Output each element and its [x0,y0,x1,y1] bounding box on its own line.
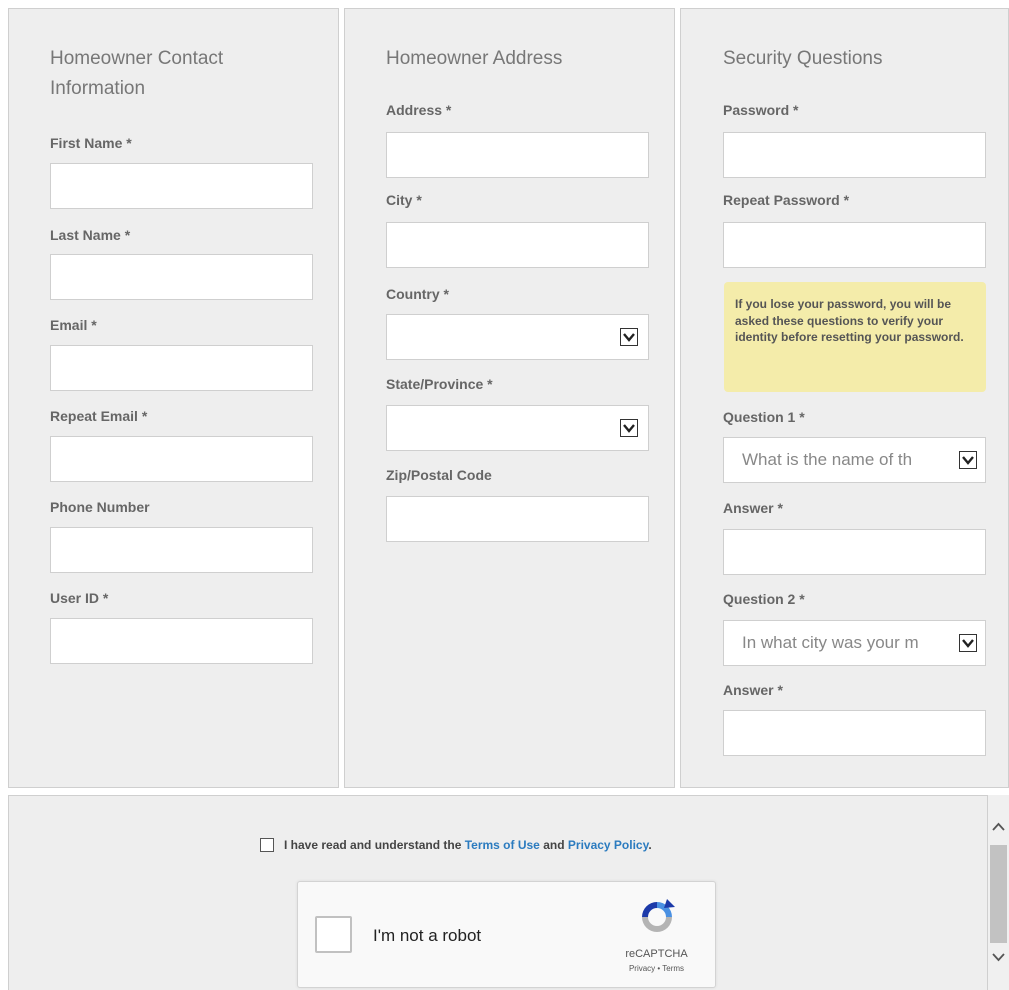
answer1-label: Answer * [723,500,783,516]
phone-label: Phone Number [50,499,150,515]
recaptcha-links[interactable]: Privacy • Terms [598,964,715,973]
user-id-label: User ID * [50,590,109,606]
user-id-input[interactable] [50,618,313,664]
scrollbar[interactable] [988,795,1009,990]
terms-of-use-link[interactable]: Terms of Use [465,838,540,852]
security-heading: Security Questions [723,48,883,69]
privacy-policy-link[interactable]: Privacy Policy [568,838,649,852]
question1-label: Question 1 * [723,409,805,425]
password-input[interactable] [723,132,986,178]
first-name-input[interactable] [50,163,313,209]
address-panel [344,8,675,788]
repeat-email-label: Repeat Email * [50,408,148,424]
contact-heading: Homeowner Contact Information [50,48,224,99]
recaptcha-checkbox[interactable] [315,916,352,953]
address-heading: Homeowner Address [386,48,563,69]
state-label: State/Province * [386,376,493,392]
address-label: Address * [386,102,452,118]
chevron-down-icon [959,451,977,469]
phone-input[interactable] [50,527,313,573]
terms-agreement: I have read and understand the Terms of … [260,838,652,852]
recaptcha-brand: reCAPTCHA [625,948,688,960]
email-label: Email * [50,317,97,333]
recaptcha-label: I'm not a robot [373,926,482,945]
zip-input[interactable] [386,496,649,542]
agreement-suffix: . [648,838,652,852]
chevron-up-icon[interactable] [988,817,1009,837]
state-select[interactable] [386,405,649,451]
password-recovery-note: If you lose your password, you will be a… [724,282,986,392]
chevron-down-icon[interactable] [988,947,1009,967]
answer1-input[interactable] [723,529,986,575]
repeat-password-input[interactable] [723,222,986,268]
chevron-down-icon [620,419,638,437]
scroll-thumb[interactable] [990,845,1007,943]
last-name-input[interactable] [50,254,313,300]
city-label: City * [386,192,422,208]
password-label: Password * [723,102,799,118]
chevron-down-icon [620,328,638,346]
question1-select[interactable]: What is the name of th [723,437,986,483]
repeat-email-input[interactable] [50,436,313,482]
question2-select-value: In what city was your m [742,633,919,652]
contact-panel [8,8,339,788]
agreement-and: and [543,838,565,852]
answer2-label: Answer * [723,682,783,698]
city-input[interactable] [386,222,649,268]
terms-checkbox[interactable] [260,838,274,852]
email-input[interactable] [50,345,313,391]
question1-select-value: What is the name of th [742,450,913,469]
first-name-label: First Name * [50,135,132,151]
agreement-prefix: I have read and understand the [284,838,462,852]
country-label: Country * [386,286,449,302]
chevron-down-icon [959,634,977,652]
question2-label: Question 2 * [723,591,805,607]
address-input[interactable] [386,132,649,178]
security-panel [680,8,1009,788]
last-name-label: Last Name * [50,227,131,243]
question2-select[interactable]: In what city was your m [723,620,986,666]
recaptcha-widget: I'm not a robot reCAPTCHA Privacy • Term… [297,881,716,988]
answer2-input[interactable] [723,710,986,756]
zip-label: Zip/Postal Code [386,467,492,483]
repeat-password-label: Repeat Password * [723,192,850,208]
recaptcha-logo-icon [636,896,678,938]
country-select[interactable] [386,314,649,360]
